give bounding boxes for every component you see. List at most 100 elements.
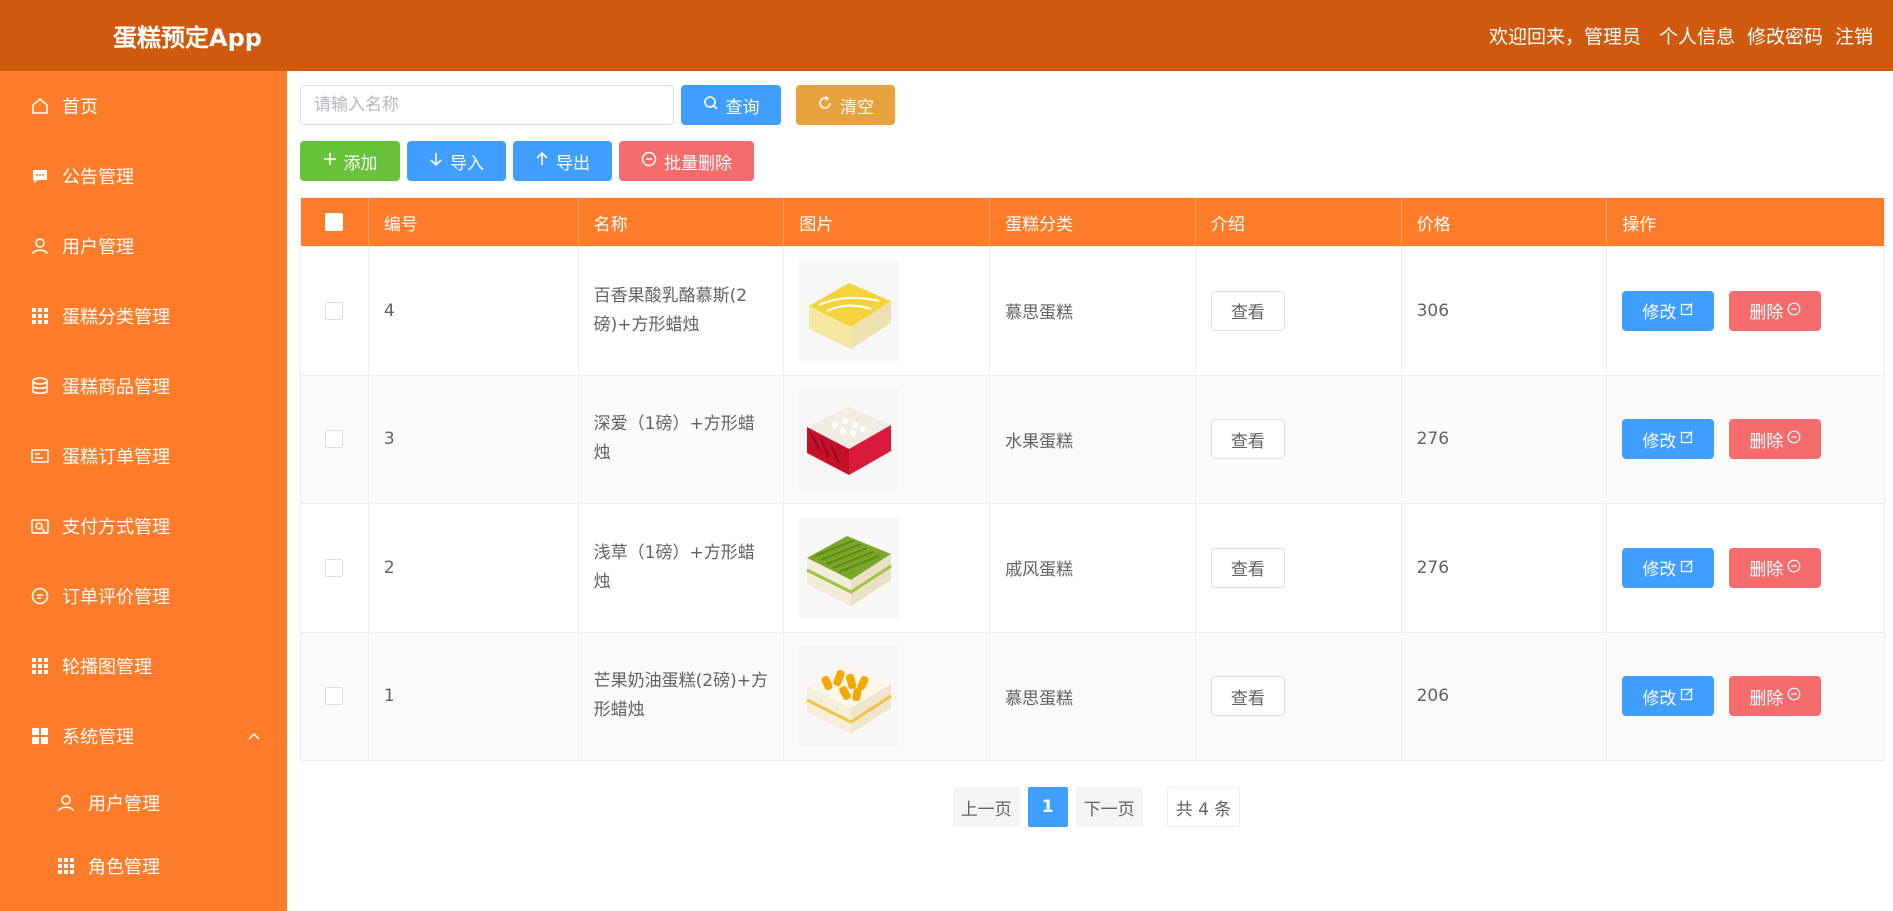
delete-button[interactable]: 删除 xyxy=(1729,290,1822,331)
sidebar-item-label: 订单评价管理 xyxy=(62,587,170,608)
delete-label: 删除 xyxy=(1749,431,1784,452)
sidebar-item-label: 用户管理 xyxy=(62,237,134,258)
top-header: 蛋糕预定App 欢迎回来，管理员 个人信息 修改密码 注销 xyxy=(0,0,1893,71)
delete-label: 删除 xyxy=(1749,303,1784,324)
minus-circle-icon xyxy=(641,151,657,172)
cell-image xyxy=(784,632,991,760)
search-bar: 查询 清空 xyxy=(300,85,1893,125)
table-header: 编号 名称 图片 蛋糕分类 介绍 价格 操作 xyxy=(301,198,1884,246)
header-intro: 介绍 xyxy=(1196,198,1402,246)
sidebar-item-orders[interactable]: 蛋糕订单管理 xyxy=(0,421,287,491)
query-button[interactable]: 查询 xyxy=(681,85,781,125)
delete-button[interactable]: 删除 xyxy=(1729,547,1822,588)
view-intro-button[interactable]: 查看 xyxy=(1210,547,1285,588)
header-name: 名称 xyxy=(579,198,785,246)
cake-thumbnail[interactable] xyxy=(799,517,900,618)
edit-button[interactable]: 修改 xyxy=(1622,676,1715,717)
prev-page-button[interactable]: 上一页 xyxy=(952,787,1020,827)
cell-image xyxy=(784,247,991,375)
cell-price: 306 xyxy=(1402,247,1608,375)
cake-thumbnail[interactable] xyxy=(799,389,900,490)
sidebar-item-categories[interactable]: 蛋糕分类管理 xyxy=(0,281,287,351)
delete-button[interactable]: 删除 xyxy=(1729,676,1822,717)
batch-delete-button[interactable]: 批量删除 xyxy=(619,141,754,181)
view-intro-button[interactable]: 查看 xyxy=(1210,676,1285,717)
view-intro-button[interactable]: 查看 xyxy=(1210,419,1285,460)
export-button[interactable]: 导出 xyxy=(513,141,612,181)
cake-thumbnail[interactable] xyxy=(799,260,900,361)
table-row: 3 深爱（1磅）+方形蜡烛 水果蛋糕 查看 276 修改 删除 xyxy=(301,374,1884,504)
edit-label: 修改 xyxy=(1642,688,1677,709)
cell-price: 206 xyxy=(1402,632,1608,760)
minus-circle-icon xyxy=(1787,686,1801,706)
products-table: 编号 名称 图片 蛋糕分类 介绍 价格 操作 4 百香果酸乳酪慕斯(2磅)+方形… xyxy=(300,197,1885,761)
edit-button[interactable]: 修改 xyxy=(1622,419,1715,460)
user-icon xyxy=(56,793,76,813)
sidebar-item-notices[interactable]: 公告管理 xyxy=(0,141,287,211)
view-intro-button[interactable]: 查看 xyxy=(1210,290,1285,331)
sidebar-item-carousel[interactable]: 轮播图管理 xyxy=(0,631,287,701)
header-checkbox-cell xyxy=(301,198,369,246)
edit-button[interactable]: 修改 xyxy=(1622,290,1715,331)
order-icon xyxy=(30,446,50,466)
cell-intro: 查看 xyxy=(1196,375,1402,503)
delete-button[interactable]: 删除 xyxy=(1729,419,1822,460)
grid-icon xyxy=(30,656,50,676)
cell-actions: 修改 删除 xyxy=(1607,633,1884,761)
header-image: 图片 xyxy=(784,198,991,246)
row-checkbox[interactable] xyxy=(325,687,344,706)
select-all-checkbox[interactable] xyxy=(325,213,344,231)
user-icon xyxy=(30,236,50,256)
refresh-icon xyxy=(817,95,833,116)
sidebar-item-reviews[interactable]: 订单评价管理 xyxy=(0,561,287,631)
query-button-label: 查询 xyxy=(725,97,760,118)
edit-icon xyxy=(1680,429,1694,449)
sidebar-subitem-roles[interactable]: 角色管理 xyxy=(0,834,287,897)
sidebar-item-products[interactable]: 蛋糕商品管理 xyxy=(0,351,287,421)
edit-icon xyxy=(1680,558,1694,578)
cell-id: 4 xyxy=(369,247,579,375)
row-checkbox[interactable] xyxy=(325,301,344,320)
cell-name: 芒果奶油蛋糕(2磅)+方形蜡烛 xyxy=(579,632,785,760)
message-icon xyxy=(30,166,50,186)
grid-icon xyxy=(30,306,50,326)
edit-button[interactable]: 修改 xyxy=(1622,547,1715,588)
cell-actions: 修改 删除 xyxy=(1607,376,1884,504)
profile-link[interactable]: 个人信息 xyxy=(1659,22,1735,49)
import-button[interactable]: 导入 xyxy=(407,141,506,181)
cell-actions: 修改 删除 xyxy=(1607,504,1884,632)
sidebar-item-payments[interactable]: 支付方式管理 xyxy=(0,491,287,561)
home-icon xyxy=(30,96,50,116)
cake-thumbnail[interactable] xyxy=(799,646,900,747)
sidebar-item-system[interactable]: 系统管理 xyxy=(0,701,287,771)
next-page-button[interactable]: 下一页 xyxy=(1075,787,1143,827)
header-id: 编号 xyxy=(369,198,579,246)
sidebar-item-label: 首页 xyxy=(62,97,98,118)
row-checkbox-cell xyxy=(301,247,369,375)
change-password-link[interactable]: 修改密码 xyxy=(1747,22,1823,49)
cell-id: 1 xyxy=(369,632,579,760)
row-checkbox[interactable] xyxy=(325,430,344,449)
pagination: 上一页 1 下一页 共 4 条 xyxy=(300,787,1893,827)
clear-button-label: 清空 xyxy=(840,97,874,118)
cell-id: 2 xyxy=(369,504,579,632)
minus-circle-icon xyxy=(1787,558,1801,578)
sidebar-item-label: 蛋糕商品管理 xyxy=(62,377,170,398)
sidebar-item-users[interactable]: 用户管理 xyxy=(0,211,287,281)
row-checkbox-cell xyxy=(301,375,369,503)
sidebar-item-home[interactable]: 首页 xyxy=(0,71,287,141)
edit-icon xyxy=(1680,301,1694,321)
page-number-current[interactable]: 1 xyxy=(1027,787,1068,827)
clear-button[interactable]: 清空 xyxy=(796,85,895,125)
add-button[interactable]: 添加 xyxy=(300,141,400,181)
logout-link[interactable]: 注销 xyxy=(1835,22,1873,49)
add-button-label: 添加 xyxy=(343,153,378,174)
sidebar-item-label: 系统管理 xyxy=(62,727,134,748)
sidebar-subitem-users[interactable]: 用户管理 xyxy=(0,771,287,834)
plus-icon xyxy=(323,151,337,171)
row-checkbox-cell xyxy=(301,632,369,760)
sidebar-subitem-label: 角色管理 xyxy=(88,856,160,878)
row-checkbox[interactable] xyxy=(325,558,344,577)
cell-name: 浅草（1磅）+方形蜡烛 xyxy=(579,504,785,632)
search-input[interactable] xyxy=(300,85,674,125)
